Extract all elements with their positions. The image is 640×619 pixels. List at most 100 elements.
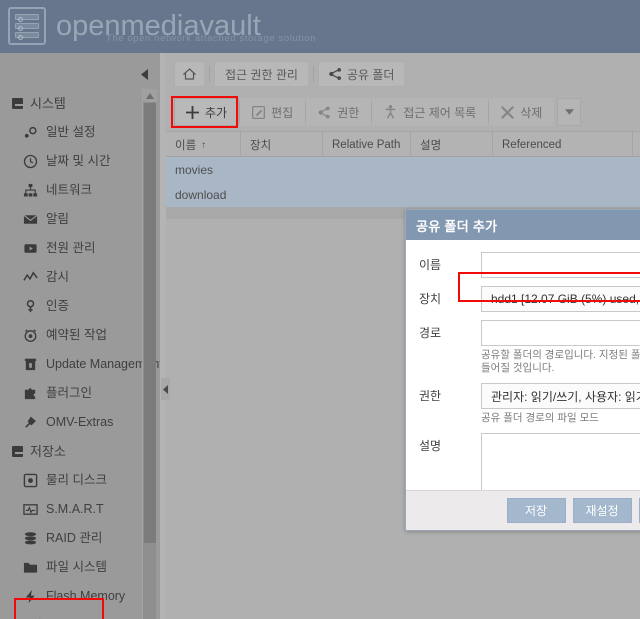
table-row[interactable]: movies	[166, 157, 640, 182]
flash-bolt-icon	[22, 588, 39, 605]
grid-column-header-3[interactable]: 설명	[411, 132, 493, 158]
path-help-text: 공유할 폴더의 경로입니다. 지정된 폴더가 존재하지 않는다면 새로 만들어질…	[481, 349, 640, 374]
smart-monitor-icon	[22, 501, 39, 518]
sidebar-scrollbar[interactable]	[142, 89, 157, 619]
plus-icon	[186, 105, 199, 119]
breadcrumb-label: 접근 권한 관리	[225, 67, 298, 82]
scrollbar-thumb[interactable]	[144, 103, 156, 543]
sidebar-item-4[interactable]: 알림	[0, 205, 152, 234]
brand-tagline: The open network attached storage soluti…	[106, 33, 317, 44]
sidebar-item-1[interactable]: 일반 설정	[0, 118, 152, 147]
accessibility-person-icon	[384, 105, 397, 119]
breadcrumb-home[interactable]	[174, 61, 205, 87]
sidebar-item-13[interactable]: 물리 디스크	[0, 466, 152, 495]
sidebar-item-7[interactable]: 인증	[0, 292, 152, 321]
grid-column-label: Relative Path	[332, 139, 401, 151]
name-label: 이름	[419, 258, 442, 272]
toolbar-button-label: 권한	[337, 105, 360, 120]
server-rack-icon	[8, 7, 46, 45]
sidebar-item-3[interactable]: 네트워크	[0, 176, 152, 205]
sidebar-item-15[interactable]: RAID 관리	[0, 524, 152, 553]
permissions-select[interactable]	[481, 383, 640, 409]
sidebar-item-6[interactable]: 감시	[0, 263, 152, 292]
breadcrumb-item-access[interactable]: 접근 권한 관리	[214, 61, 309, 87]
sidebar-item-label: 파일 시스템	[46, 560, 107, 574]
panel-collapse-icon[interactable]	[136, 66, 152, 82]
sidebar-item-12[interactable]: 저장소	[0, 437, 152, 466]
grid-column-header-0[interactable]: 이름 ↑	[166, 132, 241, 158]
description-textarea[interactable]	[481, 433, 640, 495]
sidebar-item-label: 날짜 및 시간	[46, 154, 111, 168]
toolbar-button-label: 추가	[205, 105, 228, 120]
device-select[interactable]	[481, 286, 640, 312]
main-panel: 접근 권한 관리 공유 폴더 추가 편집 권한 접근 제어 목록 삭제 이름 ↑ 장치 Rel…	[166, 53, 640, 619]
sidebar-item-label: 알림	[46, 212, 70, 226]
sidebar-item-17[interactable]: Flash Memory	[0, 582, 152, 611]
minus-box-icon[interactable]	[12, 98, 24, 109]
sidebar-item-label: 저장소	[30, 444, 66, 459]
sidebar-item-label: 물리 디스크	[46, 473, 107, 487]
name-input[interactable]	[481, 252, 640, 278]
app-root: openmediavault The open network attached…	[0, 0, 640, 619]
toolbar-button-label: 접근 제어 목록	[403, 105, 477, 120]
sidebar: 시스템일반 설정날짜 및 시간네트워크알림전원 관리감시인증 예약된 작업 Upda…	[0, 53, 160, 619]
plug-icon	[22, 414, 39, 431]
sidebar-item-11[interactable]: OMV-Extras	[0, 408, 152, 437]
sidebar-item-label: 감시	[46, 270, 70, 284]
minus-box-icon[interactable]	[12, 446, 24, 457]
sidebar-item-10[interactable]: 플러그인	[0, 379, 152, 408]
sidebar-item-18[interactable]: 접근 권한 관리	[0, 611, 152, 619]
grid-column-label: Referenced	[502, 139, 562, 151]
app-header: openmediavault The open network attached…	[0, 0, 640, 53]
grid-column-header-1[interactable]: 장치	[241, 132, 323, 158]
save-button[interactable]: 저장	[506, 498, 566, 523]
table-row[interactable]: download	[166, 182, 640, 207]
sidebar-item-0[interactable]: 시스템	[0, 89, 152, 118]
sidebar-item-14[interactable]: S.M.A.R.T	[0, 495, 152, 524]
sidebar-item-16[interactable]: 파일 시스템	[0, 553, 152, 582]
dialog-title: 공유 폴더 추가	[416, 218, 498, 234]
permissions-help-text: 공유 폴더 경로의 파일 모드	[481, 412, 599, 424]
sidebar-item-5[interactable]: 전원 관리	[0, 234, 152, 263]
package-update-icon	[22, 356, 39, 373]
grid-column-label: 장치	[250, 140, 272, 152]
toolbar-button-label: 편집	[271, 105, 294, 120]
permissions-label: 권한	[419, 389, 442, 403]
sidebar-item-label: 일반 설정	[46, 125, 96, 139]
toolbar-button-2[interactable]: 권한	[306, 98, 372, 126]
breadcrumb-separator	[209, 66, 210, 82]
sidebar-item-label: S.M.A.R.T	[46, 502, 104, 516]
chevron-down-icon[interactable]	[557, 98, 582, 126]
sidebar-item-label: RAID 관리	[46, 531, 103, 545]
grid-column-label: 설명	[420, 140, 442, 152]
sidebar-item-label: 플러그인	[46, 386, 93, 400]
toolbar-button-3[interactable]: 접근 제어 목록	[372, 98, 489, 126]
grid-header: 이름 ↑ 장치 Relative Path 설명 Referenced	[166, 131, 640, 158]
sidebar-item-8[interactable]: 예약된 작업	[0, 321, 152, 350]
x-close-icon	[501, 105, 515, 119]
toolbar-button-4[interactable]: 삭제	[489, 98, 555, 126]
sidebar-item-9[interactable]: Update Management	[0, 350, 160, 379]
field-row-device: 장치	[419, 286, 640, 312]
settings-gear-icon	[22, 124, 39, 141]
key-icon	[22, 298, 39, 315]
grid-column-header-4[interactable]: Referenced	[493, 132, 633, 158]
toolbar-button-1[interactable]: 편집	[240, 98, 306, 126]
sidebar-splitter-handle[interactable]	[161, 378, 170, 400]
grid-column-header-2[interactable]: Relative Path	[323, 132, 411, 158]
puzzle-piece-icon	[22, 385, 39, 402]
disk-icon	[22, 472, 39, 489]
sidebar-item-label: 네트워크	[46, 183, 93, 197]
clock-icon	[22, 153, 39, 170]
toolbar-button-0[interactable]: 추가	[174, 98, 240, 126]
scroll-up-icon[interactable]	[143, 89, 157, 102]
reset-button[interactable]: 재설정	[572, 498, 632, 523]
breadcrumb-item-sharedfolder[interactable]: 공유 폴더	[317, 61, 406, 87]
table-cell-name: movies	[175, 162, 214, 177]
device-label: 장치	[419, 292, 442, 306]
path-input[interactable]	[481, 320, 640, 346]
share-icon	[329, 68, 341, 80]
sidebar-item-label: 전원 관리	[46, 241, 96, 255]
sidebar-item-2[interactable]: 날짜 및 시간	[0, 147, 152, 176]
toolbar-button-label: 삭제	[520, 105, 543, 120]
